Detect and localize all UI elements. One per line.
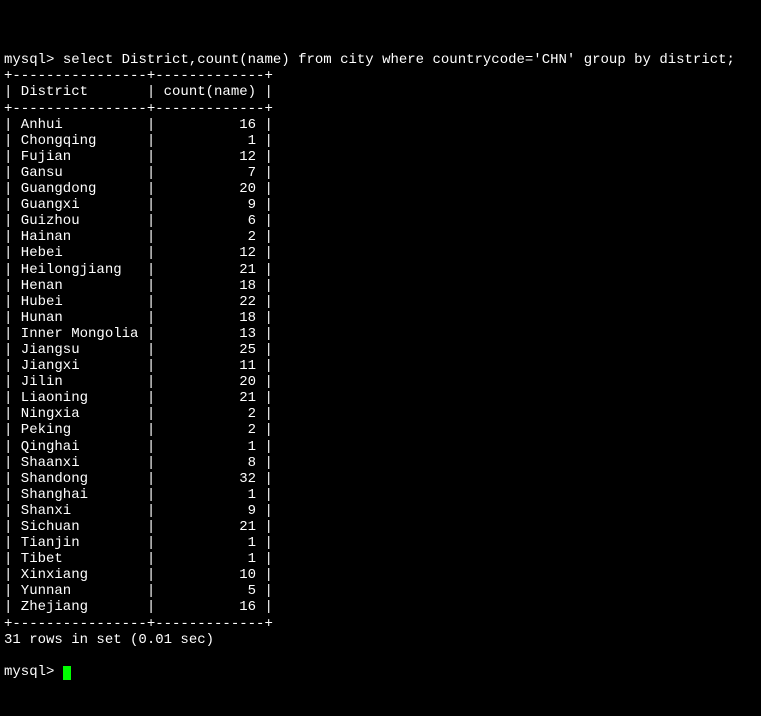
cursor[interactable] (63, 666, 71, 680)
mysql-prompt-2: mysql> (4, 664, 54, 680)
mysql-prompt: mysql> (4, 52, 54, 68)
table-border-bottom: +----------------+-------------+ (4, 616, 273, 632)
table-header: | District | count(name) | (4, 84, 273, 100)
sql-query: select District,count(name) from city wh… (63, 52, 735, 68)
result-status: 31 rows in set (0.01 sec) (4, 632, 214, 648)
table-body: | Anhui | 16 | | Chongqing | 1 | | Fujia… (4, 117, 757, 616)
table-border-top: +----------------+-------------+ (4, 68, 273, 84)
table-border-mid: +----------------+-------------+ (4, 101, 273, 117)
